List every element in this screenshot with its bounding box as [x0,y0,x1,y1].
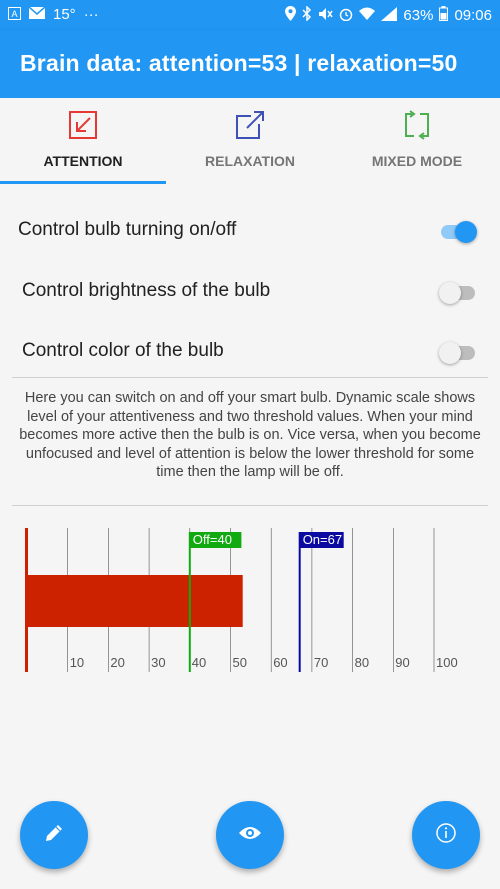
divider [12,377,488,378]
tick-label: 90 [395,655,409,670]
tick-label: 50 [233,655,247,670]
mode-tabs: ATTENTION RELAXATION MIXED MODE [0,98,500,186]
info-icon [435,822,457,849]
tab-label: MIXED MODE [371,153,463,169]
setting-label: Control bulb turning on/off [18,219,237,240]
svg-text:A: A [11,9,17,19]
tick-label: 70 [314,655,328,670]
pencil-icon [43,822,65,849]
color-switch[interactable] [439,341,475,364]
description-text: Here you can switch on and off your smar… [19,390,481,480]
setting-row-brightness: Control brightness of the bulb [0,264,500,320]
switch-thumb [439,282,461,304]
arrow-up-right-icon [235,110,265,140]
mail-icon [28,6,46,23]
edit-button[interactable] [20,801,88,869]
tick-label: 60 [273,655,287,670]
threshold-label: On=67 [303,532,342,547]
tab-relaxation[interactable]: RELAXATION [167,98,333,186]
brightness-switch[interactable] [439,281,475,304]
view-button[interactable] [216,801,284,869]
tick-label: 20 [110,655,124,670]
tab-label: ATTENTION [43,153,123,169]
setting-row-onoff: Control bulb turning on/off [0,203,500,259]
bluetooth-icon [302,5,312,25]
signal-icon [381,6,398,25]
divider [12,505,488,506]
tab-label: RELAXATION [205,153,295,169]
attention-bar [27,575,243,627]
tick-label: 80 [355,655,369,670]
status-bar: A 15° ··· 63% 09:06 [0,0,500,30]
tick-label: 100 [436,655,458,670]
arrow-down-left-icon [68,110,98,140]
location-icon [285,6,297,25]
app-bar-title: Brain data: attention=53 | relaxation=50 [20,50,458,76]
tab-mixed-mode[interactable]: MIXED MODE [334,98,500,186]
eye-icon [238,825,262,846]
tab-attention[interactable]: ATTENTION [0,98,166,186]
more-notifications-icon: ··· [83,6,99,23]
tab-indicator [0,181,166,184]
attention-scale-chart: 10 20 30 40 50 60 70 80 90 100 Off=40 On=67 [25,528,458,672]
onoff-switch[interactable] [439,220,477,243]
app-bar: Brain data: attention=53 | relaxation=50 [0,30,500,98]
alarm-icon [339,7,353,25]
setting-row-color: Control color of the bulb [0,324,500,380]
threshold-label: Off=40 [193,532,232,547]
notification-a-icon: A [8,6,21,23]
swap-arrows-icon [402,110,432,140]
mute-icon [318,7,334,25]
setting-label: Control brightness of the bulb [22,280,271,301]
switch-thumb [455,221,477,243]
tick-label: 10 [70,655,84,670]
temperature-text: 15° [53,6,76,23]
setting-label: Control color of the bulb [22,340,224,361]
battery-icon [439,6,449,25]
clock-text: 09:06 [454,7,492,24]
info-button[interactable] [412,801,480,869]
y-axis-line [25,528,28,672]
tick-label: 40 [192,655,206,670]
switch-thumb [439,342,461,364]
tick-label: 30 [151,655,165,670]
wifi-icon [359,7,376,24]
battery-percent: 63% [403,7,434,24]
